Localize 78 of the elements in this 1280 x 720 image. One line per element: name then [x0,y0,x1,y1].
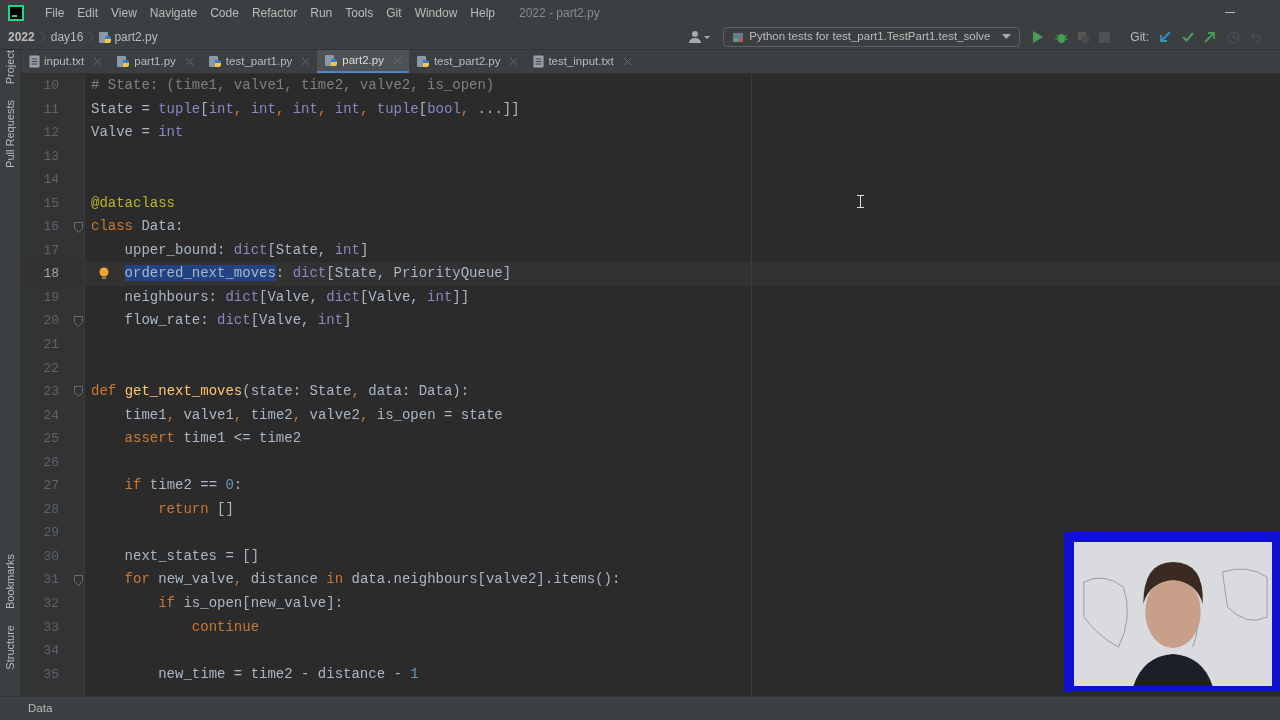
caret-icon [1002,34,1012,40]
code-line: new_time = time2 - distance - 1 [157,664,419,684]
code-line: flow_rate: dict[Valve, int] [123,311,352,331]
app-logo-icon [8,4,24,21]
python-file-icon [117,55,131,68]
breadcrumb-item[interactable]: day16 [50,28,84,46]
editor-tab[interactable]: test_part2.py [408,50,526,73]
window-title: 2022 - part2.py [519,4,600,22]
text-file-icon [533,55,545,68]
line-number: 18 [42,265,59,284]
menu-item[interactable]: Navigate [144,3,203,22]
code-line: @dataclass [91,193,175,213]
code-line: time1, valve1, time2, valve2, is_open = state [123,405,503,425]
coverage-icon[interactable] [1077,30,1091,44]
git-label: Git: [1130,29,1149,46]
run-config-dropdown[interactable]: Python tests for test_part1.TestPart1.test_solve [723,27,1021,47]
code-line: for new_valve, distance in data.neighbours[valve2].items(): [123,570,621,590]
close-icon[interactable] [185,58,193,65]
push-arrow-icon[interactable] [1204,31,1216,43]
undo-icon[interactable] [1250,31,1262,43]
code-line: State = tuple[int, int, int, int, tuple[bool, ...]] [91,99,520,119]
menu-item[interactable]: Git [381,3,407,22]
python-file-icon [416,55,430,68]
menu-item[interactable]: File [40,3,70,22]
code-line: class Data: [91,217,184,237]
check-icon[interactable] [1182,32,1194,42]
user-icon[interactable] [689,30,712,44]
code-line: next_states = [] [123,546,260,566]
menu-item[interactable]: Edit [72,3,104,22]
editor-tab[interactable]: test_input.txt [525,50,639,73]
tool-window-tab[interactable]: Bookmarks [0,554,23,610]
structure-breadcrumb[interactable]: Data [28,699,53,718]
menu-item[interactable]: Window [409,3,463,22]
run-icon[interactable] [1032,31,1045,43]
close-icon[interactable] [302,58,310,65]
menu-item[interactable]: Tools [340,3,379,22]
tool-window-tab[interactable]: Project [0,50,23,85]
python-file-icon [99,30,113,44]
text-file-icon [29,55,40,68]
tool-window-tab[interactable]: Structure [0,625,23,670]
breadcrumb-item[interactable]: 2022 [8,28,35,46]
menu-item[interactable]: View [106,3,142,22]
menu-item[interactable]: Refactor [246,3,303,22]
editor-tab[interactable]: part1.py [109,50,201,73]
editor-tab[interactable]: test_part1.py [200,50,318,73]
text-cursor-icon [857,195,864,208]
close-icon[interactable] [623,58,631,65]
tool-window-tab[interactable]: Pull Requests [0,100,23,169]
code-line: return [] [157,499,234,519]
test-config-icon [732,30,746,44]
close-icon[interactable] [94,58,102,65]
close-icon[interactable] [393,57,401,64]
menu-item[interactable]: Help [465,3,500,22]
code-line: def get_next_moves(state: State, data: Data): [91,382,470,402]
fold-marker-icon[interactable] [74,574,83,586]
code-line: if time2 == 0: [123,476,243,496]
close-icon[interactable] [510,58,518,65]
editor-tab[interactable]: input.txt [21,50,110,73]
python-file-icon [208,55,222,68]
fold-marker-icon[interactable] [74,386,83,398]
fold-marker-icon[interactable] [74,315,83,327]
code-line: neighbours: dict[Valve, dict[Valve, int]] [123,287,470,307]
update-arrow-icon[interactable] [1159,31,1171,43]
code-line: ordered_next_moves: dict[State, PriorityQueue] [123,264,512,284]
lightbulb-icon[interactable] [99,267,109,281]
code-line: continue [190,617,260,637]
code-line: # State: (time1, valve1, time2, valve2, is_open) [91,76,495,95]
menu-item[interactable]: Run [305,3,338,22]
fold-marker-icon[interactable] [74,221,83,233]
code-line: upper_bound: dict[State, int] [123,240,369,260]
python-file-icon [325,54,339,67]
menu-item[interactable]: Code [205,3,244,22]
editor-tab[interactable]: part2.py [317,50,409,73]
code-line: if is_open[new_valve]: [157,594,344,614]
breadcrumb-item[interactable]: part2.py [114,28,158,46]
code-line: Valve = int [91,123,184,143]
code-line: assert time1 <= time2 [123,429,302,449]
clock-icon[interactable] [1227,30,1240,44]
